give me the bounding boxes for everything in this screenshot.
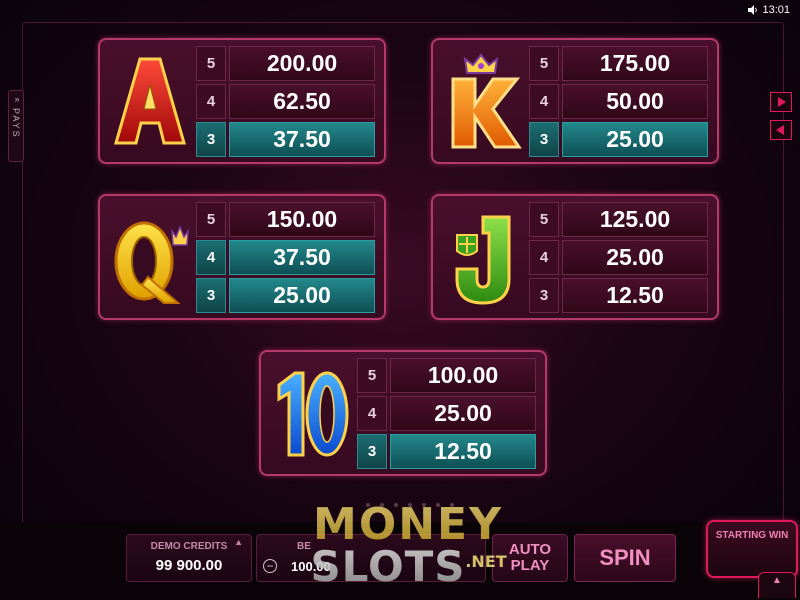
watermark-logo: MONEY SLOTS .NET — [310, 499, 506, 587]
count-label: 4 — [357, 396, 387, 431]
pay-value: 175.00 — [562, 46, 708, 81]
pay-value: 50.00 — [562, 84, 708, 119]
pay-value: 12.50 — [562, 278, 708, 313]
jack-symbol-icon — [439, 204, 527, 310]
paytable-panel-q: 5 150.00 4 37.50 3 25.00 — [98, 194, 386, 320]
starting-win-label: STARTING WIN — [715, 530, 789, 541]
pay-value: 62.50 — [229, 84, 375, 119]
count-label: 5 — [529, 46, 559, 81]
pay-row: 4 62.50 — [196, 84, 375, 119]
speaker-icon[interactable] — [748, 5, 758, 15]
count-label: 5 — [196, 46, 226, 81]
pay-value: 100.00 — [390, 358, 536, 393]
pay-row: 3 12.50 — [529, 278, 708, 313]
credits-display[interactable]: DEMO CREDITS ▲ 99 900.00 — [126, 534, 252, 582]
paytable-panel-j: 5 125.00 4 25.00 3 12.50 — [431, 194, 719, 320]
king-symbol-icon — [439, 48, 527, 154]
count-label: 3 — [357, 434, 387, 469]
count-label: 3 — [196, 122, 226, 157]
pays-tab[interactable]: » PAYS — [8, 90, 24, 162]
double-chevron-right-icon: » — [14, 94, 19, 104]
pay-row-highlighted: 4 37.50 — [196, 240, 375, 275]
chevron-up-icon: ▲ — [772, 575, 782, 586]
pay-value: 200.00 — [229, 46, 375, 81]
pay-value: 150.00 — [229, 202, 375, 237]
pay-row: 5 100.00 — [357, 358, 536, 393]
pay-value: 25.00 — [229, 278, 375, 313]
count-label: 3 — [529, 122, 559, 157]
pay-value: 37.50 — [229, 122, 375, 157]
pay-row-highlighted: 3 37.50 — [196, 122, 375, 157]
count-label: 4 — [529, 84, 559, 119]
ace-symbol-icon: A — [106, 48, 194, 154]
starting-win-panel: STARTING WIN — [706, 520, 798, 578]
pay-row-highlighted: 3 12.50 — [357, 434, 536, 469]
pay-row-highlighted: 3 25.00 — [529, 122, 708, 157]
pay-row-highlighted: 3 25.00 — [196, 278, 375, 313]
count-label: 5 — [529, 202, 559, 237]
pay-row: 5 200.00 — [196, 46, 375, 81]
queen-symbol-icon — [106, 204, 194, 310]
paytable-panel-10: 5 100.00 4 25.00 3 12.50 — [259, 350, 547, 476]
spin-button[interactable]: SPIN — [574, 534, 676, 582]
svg-text:SLOTS: SLOTS — [310, 542, 465, 587]
count-label: 3 — [529, 278, 559, 313]
paytable-panel-k: 5 175.00 4 50.00 3 25.00 — [431, 38, 719, 164]
arrow-right-icon — [778, 97, 786, 107]
decrease-bet-button[interactable]: − — [263, 559, 277, 573]
count-label: 3 — [196, 278, 226, 313]
status-bar: 13:01 — [748, 4, 790, 16]
pay-row: 5 150.00 — [196, 202, 375, 237]
credits-value: 99 900.00 — [155, 557, 223, 574]
svg-text:A: A — [150, 148, 151, 151]
count-label: 5 — [357, 358, 387, 393]
pay-value: 37.50 — [229, 240, 375, 275]
pay-value: 125.00 — [562, 202, 708, 237]
credits-label: DEMO CREDITS — [150, 541, 228, 552]
pay-row: 4 25.00 — [529, 240, 708, 275]
pay-row: 5 125.00 — [529, 202, 708, 237]
count-label: 4 — [529, 240, 559, 275]
clock-time: 13:01 — [762, 4, 790, 16]
pay-value: 25.00 — [390, 396, 536, 431]
arrow-left-icon — [776, 125, 784, 135]
pay-value: 25.00 — [562, 240, 708, 275]
pay-row: 4 25.00 — [357, 396, 536, 431]
count-label: 5 — [196, 202, 226, 237]
expand-win-tab[interactable]: ▲ — [758, 572, 796, 598]
count-label: 4 — [196, 84, 226, 119]
pays-tab-label: PAYS — [11, 108, 21, 139]
paytable-panel-a: A 5 200.00 4 62.50 3 37.50 — [98, 38, 386, 164]
svg-text:.NET: .NET — [465, 552, 506, 571]
next-page-button[interactable] — [770, 92, 792, 112]
chevron-up-icon: ▲ — [234, 537, 243, 547]
pay-row: 4 50.00 — [529, 84, 708, 119]
prev-page-button[interactable] — [770, 120, 792, 140]
ten-symbol-icon — [267, 360, 355, 466]
pay-value: 12.50 — [390, 434, 536, 469]
pay-value: 25.00 — [562, 122, 708, 157]
pay-row: 5 175.00 — [529, 46, 708, 81]
count-label: 4 — [196, 240, 226, 275]
